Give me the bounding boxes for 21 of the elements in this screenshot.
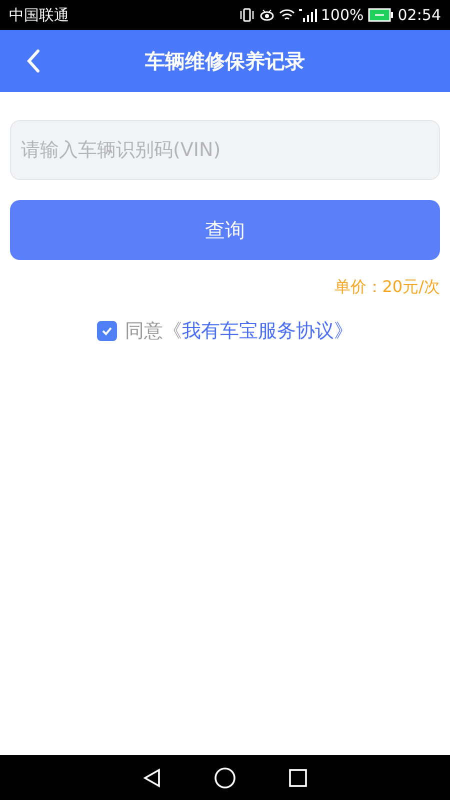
agreement-link[interactable]: 我有车宝服务协议》 [182, 318, 353, 344]
back-nav-icon[interactable] [142, 768, 162, 788]
back-button[interactable] [26, 49, 40, 73]
battery-percent: 100% [320, 6, 364, 24]
vibrate-icon [238, 8, 255, 22]
query-button[interactable]: 查询 [10, 200, 440, 260]
vin-input-field[interactable]: 请输入车辆识别码(VIN) [10, 120, 440, 180]
battery-icon [368, 8, 394, 22]
price-text: 单价：20元/次 [334, 277, 440, 298]
agreement-checkbox[interactable] [97, 321, 117, 341]
page-title: 车辆维修保养记录 [145, 48, 305, 74]
home-icon[interactable] [214, 766, 236, 788]
carrier-name: 中国联通 [9, 6, 69, 24]
signal-icon [298, 8, 317, 22]
agreement-text: 同意《 [125, 319, 182, 344]
wifi-icon [278, 8, 295, 22]
back-icon [26, 49, 40, 73]
check-icon [101, 326, 113, 336]
eye-icon [258, 8, 275, 22]
clock-time: 02:54 [398, 6, 441, 24]
recents-icon[interactable] [288, 768, 308, 788]
